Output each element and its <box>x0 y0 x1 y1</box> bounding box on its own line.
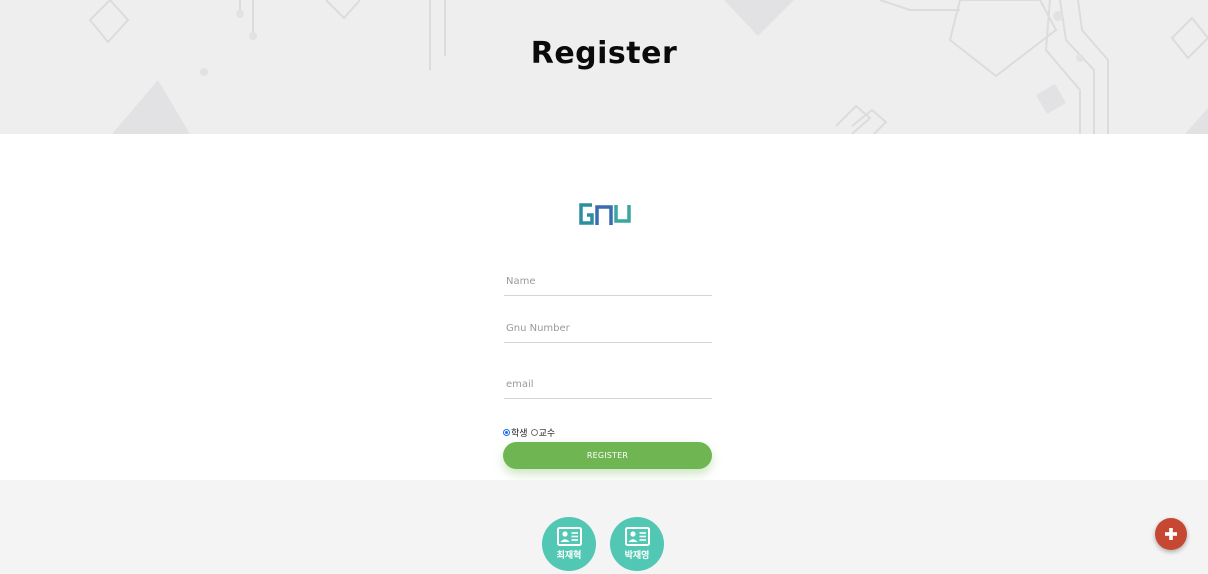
gnu-number-input[interactable] <box>504 315 712 343</box>
name-input[interactable] <box>504 268 712 296</box>
professor-label: 교수 <box>538 428 556 439</box>
register-button[interactable]: REGISTER <box>503 442 712 469</box>
id-card-icon <box>556 527 582 546</box>
member-card-2[interactable]: 박재영 <box>610 517 664 571</box>
gnu-logo <box>579 203 631 225</box>
student-label: 학생 <box>511 428 528 439</box>
role-selector: 학생 교수 <box>503 426 558 439</box>
member-name: 최재혁 <box>556 551 582 561</box>
professor-radio[interactable] <box>530 428 538 436</box>
role-option-student[interactable]: 학생 <box>503 426 528 439</box>
header-banner: Register <box>0 0 1208 134</box>
student-radio[interactable] <box>503 428 510 436</box>
member-card-1[interactable]: 최재혁 <box>542 517 596 571</box>
add-fab-button[interactable] <box>1155 518 1187 550</box>
plus-icon <box>1165 528 1177 540</box>
page-title: Register <box>530 36 678 71</box>
email-input[interactable] <box>504 371 712 399</box>
footer: 최재혁 박재영 <box>0 480 1208 574</box>
id-card-icon <box>624 527 650 546</box>
member-name: 박재영 <box>624 551 650 561</box>
role-option-professor[interactable]: 교수 <box>530 426 556 439</box>
register-form-section: 학생 교수 REGISTER <box>0 134 1208 480</box>
